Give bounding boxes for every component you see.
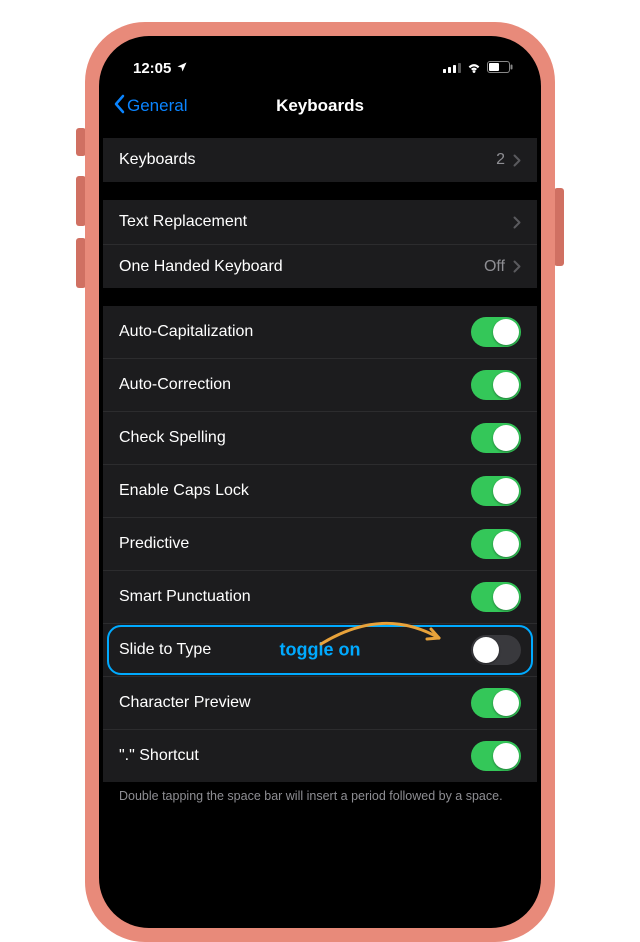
toggle-knob <box>493 425 519 451</box>
toggle-knob <box>493 743 519 769</box>
row-value: 2 <box>496 151 505 169</box>
notch <box>230 40 410 68</box>
row-label: "." Shortcut <box>119 747 199 765</box>
power-button <box>554 188 564 266</box>
row-predictive[interactable]: Predictive <box>103 517 537 570</box>
row-value: Off <box>484 258 505 276</box>
chevron-right-icon <box>513 216 521 229</box>
toggle-knob <box>493 319 519 345</box>
nav-bar: General Keyboards <box>103 84 537 128</box>
footer-text: Double tapping the space bar will insert… <box>103 782 537 805</box>
wifi-icon <box>466 60 482 77</box>
toggle-knob <box>473 637 499 663</box>
row-label: Auto-Capitalization <box>119 323 253 341</box>
annotation-text: toggle on <box>280 640 361 661</box>
row-text-replacement[interactable]: Text Replacement <box>103 200 537 244</box>
toggle-knob <box>493 690 519 716</box>
back-button[interactable]: General <box>113 84 187 128</box>
toggle-auto-correction[interactable] <box>471 370 521 400</box>
status-time: 12:05 <box>133 60 171 77</box>
row-label: Predictive <box>119 535 189 553</box>
row-character-preview[interactable]: Character Preview <box>103 676 537 729</box>
screen: 12:05 <box>103 40 537 924</box>
toggle-slide-to-type[interactable] <box>471 635 521 665</box>
chevron-left-icon <box>113 94 125 119</box>
toggle-character-preview[interactable] <box>471 688 521 718</box>
toggle-enable-caps-lock[interactable] <box>471 476 521 506</box>
row-one-handed-keyboard[interactable]: One Handed Keyboard Off <box>103 244 537 288</box>
chevron-right-icon <box>513 154 521 167</box>
section-text-options: Text Replacement One Handed Keyboard Off <box>103 200 537 288</box>
toggle-knob <box>493 584 519 610</box>
row-label: Character Preview <box>119 694 251 712</box>
row-label: Slide to Type <box>119 641 211 659</box>
section-toggles: Auto-Capitalization Auto-Correction Check … <box>103 306 537 782</box>
chevron-right-icon <box>513 260 521 273</box>
row-label: Check Spelling <box>119 429 226 447</box>
row-label: Enable Caps Lock <box>119 482 249 500</box>
row-check-spelling[interactable]: Check Spelling <box>103 411 537 464</box>
battery-icon <box>487 60 513 77</box>
phone-frame: 12:05 <box>85 22 555 942</box>
toggle-knob <box>493 531 519 557</box>
toggle-shortcut[interactable] <box>471 741 521 771</box>
content[interactable]: Keyboards 2 Text Replacement <box>103 128 537 924</box>
row-label: Text Replacement <box>119 213 247 231</box>
row-auto-correction[interactable]: Auto-Correction <box>103 358 537 411</box>
back-label: General <box>127 96 187 116</box>
toggle-predictive[interactable] <box>471 529 521 559</box>
row-slide-to-type[interactable]: Slide to Type toggle on <box>103 623 537 676</box>
toggle-smart-punctuation[interactable] <box>471 582 521 612</box>
row-shortcut[interactable]: "." Shortcut <box>103 729 537 782</box>
toggle-auto-capitalization[interactable] <box>471 317 521 347</box>
cell-signal-icon <box>443 60 461 77</box>
row-enable-caps-lock[interactable]: Enable Caps Lock <box>103 464 537 517</box>
section-keyboards: Keyboards 2 <box>103 138 537 182</box>
row-smart-punctuation[interactable]: Smart Punctuation <box>103 570 537 623</box>
location-arrow-icon <box>176 60 188 77</box>
phone-bezel: 12:05 <box>99 36 541 928</box>
row-keyboards[interactable]: Keyboards 2 <box>103 138 537 182</box>
row-label: Keyboards <box>119 151 196 169</box>
row-label: Smart Punctuation <box>119 588 251 606</box>
toggle-knob <box>493 478 519 504</box>
toggle-check-spelling[interactable] <box>471 423 521 453</box>
row-auto-capitalization[interactable]: Auto-Capitalization <box>103 306 537 358</box>
row-label: Auto-Correction <box>119 376 231 394</box>
toggle-knob <box>493 372 519 398</box>
page-title: Keyboards <box>276 96 364 116</box>
row-label: One Handed Keyboard <box>119 258 283 276</box>
